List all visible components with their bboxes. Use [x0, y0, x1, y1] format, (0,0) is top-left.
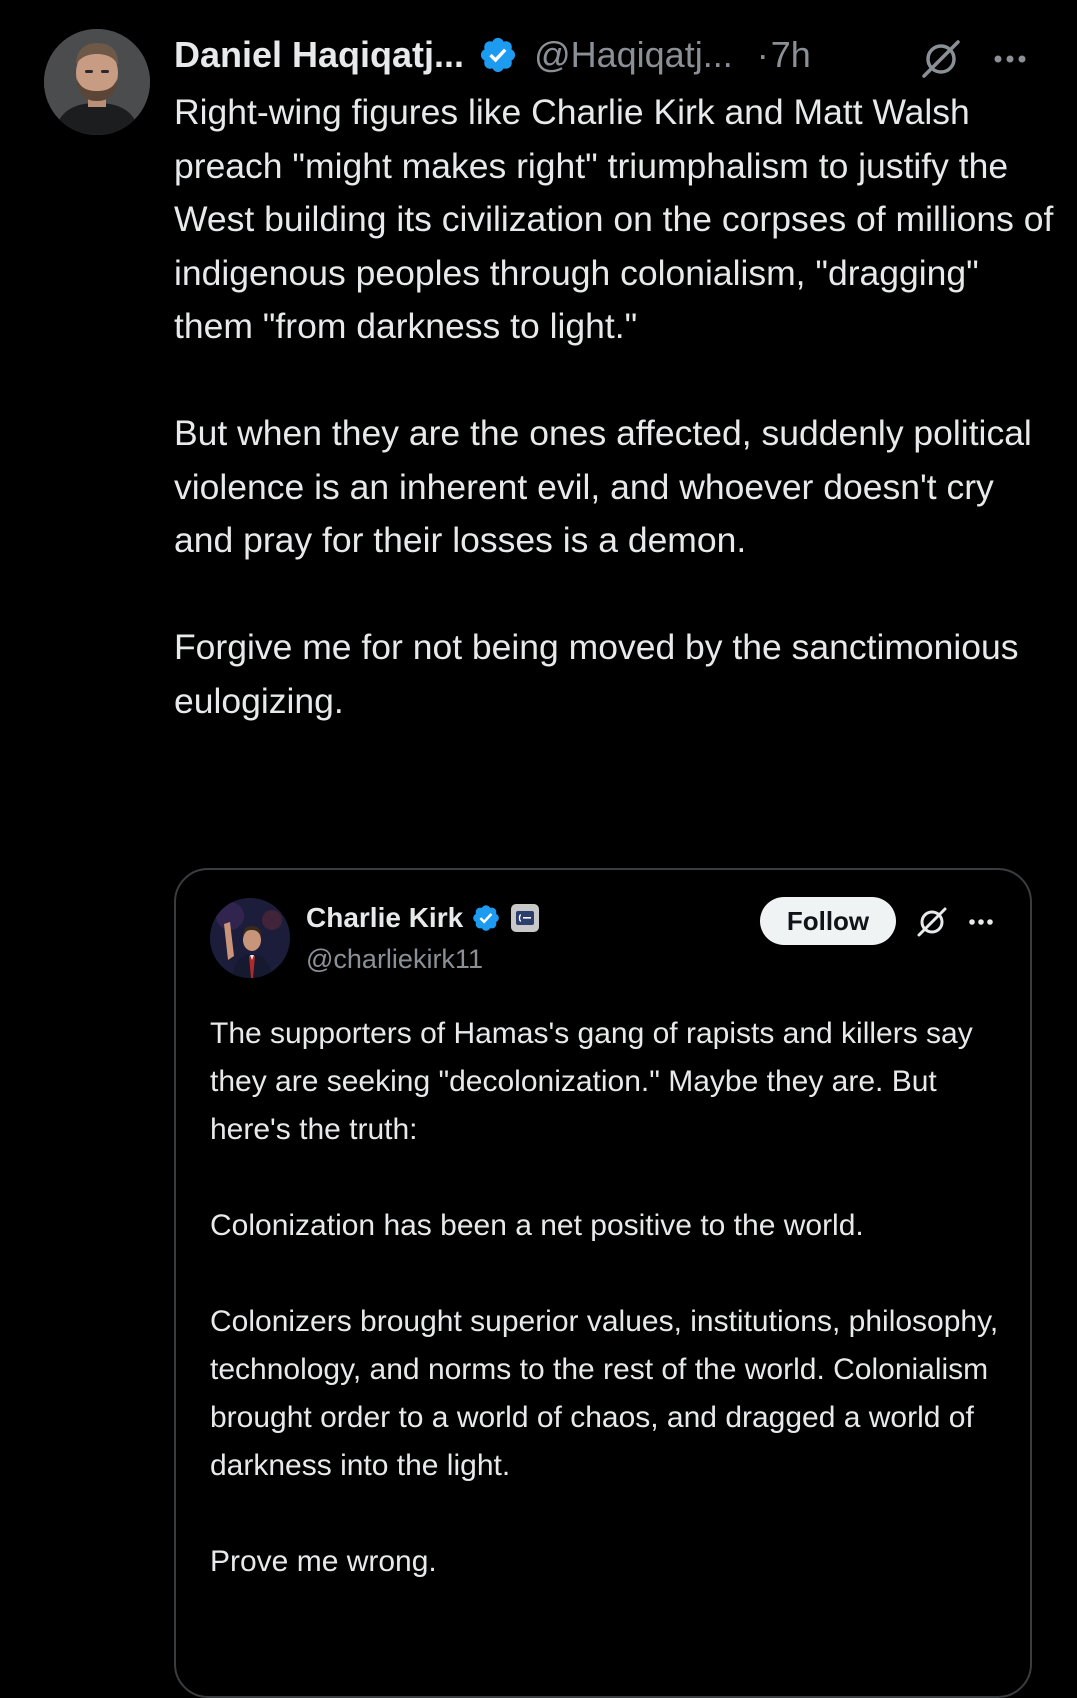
- separator-dot: ·: [756, 34, 769, 75]
- author-avatar-image: [44, 29, 150, 135]
- quoted-post[interactable]: Charlie Kirk @charliekirk11 Follow The s…: [174, 868, 1032, 1698]
- follow-button[interactable]: Follow: [760, 897, 896, 945]
- quoted-name-row: Charlie Kirk: [306, 902, 540, 934]
- more-icon[interactable]: [966, 910, 996, 934]
- post[interactable]: Daniel Haqiqatj... @Haqiqatj... · 7h Rig…: [0, 0, 1077, 1698]
- affiliate-badge-glyph: [516, 911, 535, 925]
- quoted-post-body: The supporters of Hamas's gang of rapist…: [210, 1010, 1000, 1634]
- author-handle[interactable]: @Haqiqatj...: [534, 34, 733, 76]
- more-icon[interactable]: [990, 44, 1030, 74]
- quoted-paragraph: Colonization has been a net positive to …: [210, 1209, 864, 1242]
- post-body: Right-wing figures like Charlie Kirk and…: [174, 86, 1054, 728]
- post-paragraph: Forgive me for not being moved by the sa…: [174, 627, 1019, 721]
- affiliate-badge-icon[interactable]: [511, 904, 540, 932]
- post-timestamp[interactable]: 7h: [771, 34, 811, 76]
- grok-icon[interactable]: [918, 36, 964, 82]
- post-header: Daniel Haqiqatj... @Haqiqatj... · 7h: [174, 30, 811, 80]
- quoted-paragraph: Colonizers brought superior values, inst…: [210, 1305, 999, 1482]
- post-paragraph: Right-wing figures like Charlie Kirk and…: [174, 92, 1054, 346]
- author-avatar[interactable]: [44, 29, 150, 135]
- quoted-author-avatar-image: [210, 898, 290, 978]
- author-display-name[interactable]: Daniel Haqiqatj...: [174, 34, 464, 76]
- post-paragraph: But when they are the ones affected, sud…: [174, 413, 1032, 560]
- verified-badge-icon[interactable]: [471, 903, 501, 933]
- quoted-author-avatar[interactable]: [210, 898, 290, 978]
- quoted-author-handle[interactable]: @charliekirk11: [306, 944, 483, 975]
- grok-icon[interactable]: [914, 904, 950, 940]
- quoted-paragraph: The supporters of Hamas's gang of rapist…: [210, 1017, 973, 1146]
- verified-badge-icon[interactable]: [478, 35, 518, 75]
- quoted-paragraph: Prove me wrong.: [210, 1545, 437, 1578]
- quoted-author-display-name[interactable]: Charlie Kirk: [306, 902, 463, 934]
